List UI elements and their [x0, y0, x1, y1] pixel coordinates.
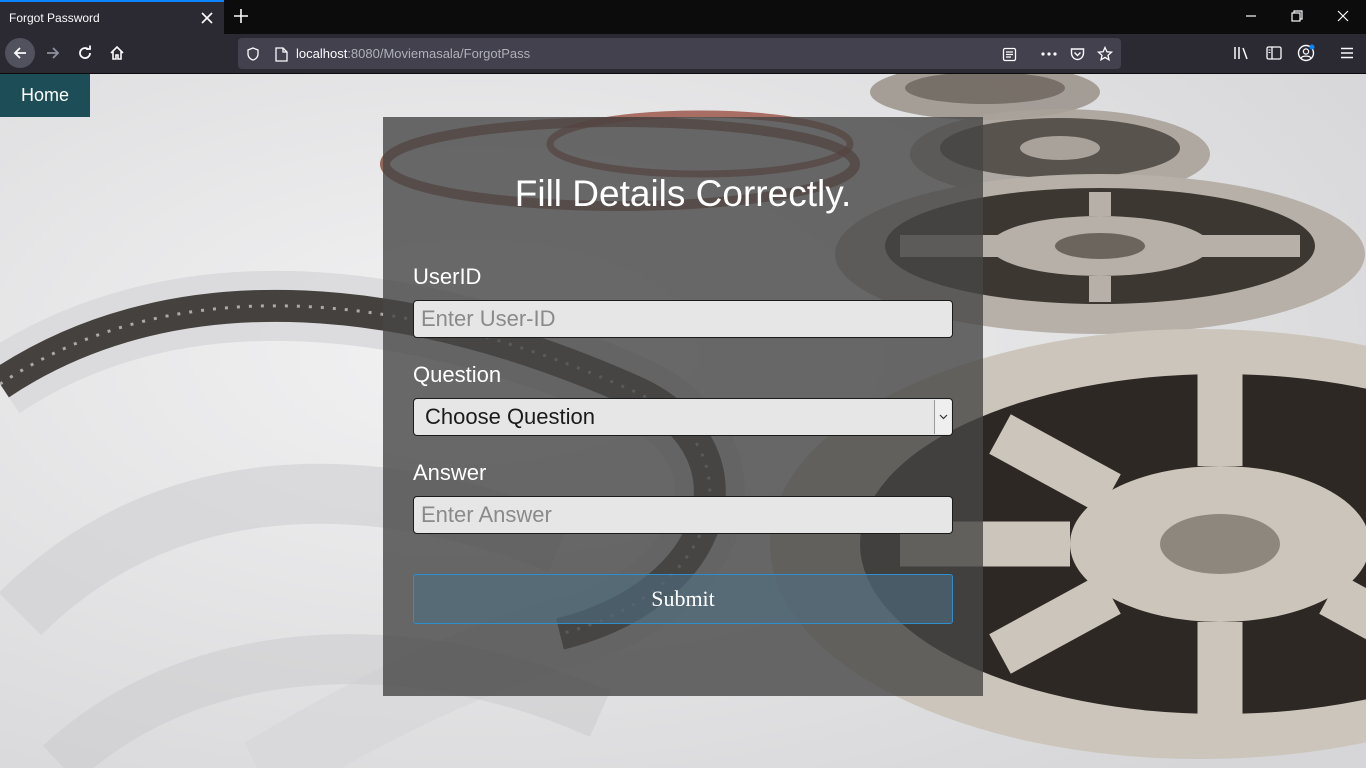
userid-label: UserID: [413, 264, 482, 289]
home-nav-link[interactable]: Home: [0, 74, 90, 117]
answer-input[interactable]: Enter Answer: [413, 496, 953, 534]
userid-input[interactable]: Enter User-ID: [413, 300, 953, 338]
home-icon[interactable]: [102, 38, 132, 68]
page-title: Fill Details Correctly.: [514, 173, 852, 214]
back-icon[interactable]: [5, 38, 35, 68]
restore-icon[interactable]: [1274, 0, 1320, 32]
address-bar[interactable]: localhost:8080/Moviemasala/ForgotPass: [238, 38, 1121, 69]
answer-label: Answer: [413, 460, 487, 485]
shield-icon[interactable]: [244, 45, 262, 63]
url-path: :8080/Moviemasala/ForgotPass: [347, 46, 531, 61]
bookmark-star-icon[interactable]: [1096, 45, 1114, 63]
page-viewport: Home Fill Details Correctly. UserID Ente…: [0, 74, 1366, 768]
pocket-icon[interactable]: [1068, 45, 1086, 63]
question-label: Question: [413, 362, 502, 387]
reload-icon[interactable]: [70, 38, 100, 68]
forward-icon[interactable]: [38, 38, 68, 68]
menu-icon[interactable]: [1337, 43, 1357, 63]
question-selected-value: Choose Question: [425, 404, 595, 429]
tab-title: Forgot Password: [9, 11, 100, 25]
close-tab-icon[interactable]: [199, 10, 215, 26]
url-text: localhost:8080/Moviemasala/ForgotPass: [296, 46, 530, 61]
navigation-toolbar: localhost:8080/Moviemasala/ForgotPass: [0, 34, 1366, 74]
close-window-icon[interactable]: [1320, 0, 1366, 32]
new-tab-icon[interactable]: [230, 5, 252, 27]
question-select[interactable]: Choose Question: [413, 398, 953, 436]
active-tab[interactable]: Forgot Password: [0, 0, 224, 34]
chevron-down-icon[interactable]: [934, 400, 951, 434]
reader-view-icon[interactable]: [1000, 45, 1018, 63]
minimize-icon[interactable]: [1228, 0, 1274, 32]
account-icon[interactable]: [1296, 43, 1316, 63]
submit-button[interactable]: Submit: [413, 574, 953, 624]
url-host: localhost: [296, 46, 348, 61]
more-actions-icon[interactable]: [1040, 45, 1058, 63]
tab-strip: Forgot Password: [0, 0, 1366, 34]
sidebar-icon[interactable]: [1264, 43, 1284, 63]
library-icon[interactable]: [1232, 43, 1252, 63]
page-info-icon[interactable]: [272, 45, 290, 63]
forgot-password-form: Fill Details Correctly. UserID Enter Use…: [383, 117, 983, 696]
